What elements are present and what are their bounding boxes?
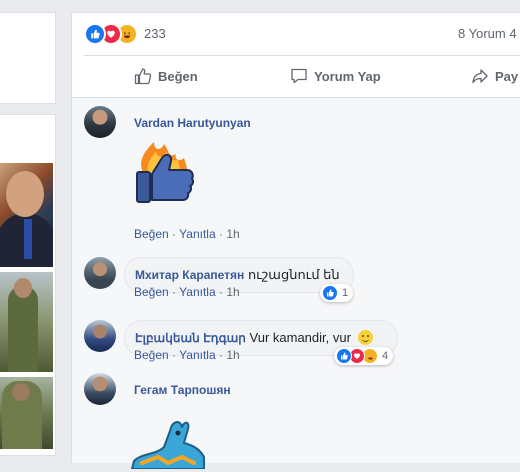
comment-time[interactable]: 1h [226,285,239,299]
like-reaction-icon [322,285,338,301]
comment-author[interactable]: Vardan Harutyunyan [134,116,251,130]
left-column [0,0,57,456]
share-button-label: Pay [495,68,519,84]
like-button-label: Beğen [158,68,198,84]
comment-text: ուշացնում են [247,267,340,282]
avatar[interactable] [84,373,116,405]
comment-reactions[interactable]: 4 [334,347,394,365]
news-thumbnail[interactable] [0,272,53,372]
comment-meta: Beğen · Yanıtla · 1h [134,285,240,299]
comment-item: Էլբակեան Էդգար Vur kamandir, vur 4 Beğen… [84,320,520,370]
comment-reply-link[interactable]: Yanıtla [179,285,215,299]
smile-emoji-icon [357,330,373,345]
comment-reaction-count: 4 [382,350,389,362]
comment-like-link[interactable]: Beğen [134,285,169,299]
like-reaction-icon [84,23,106,45]
comment-meta: Beğen · Yanıtla · 1h [134,227,240,241]
comment-author[interactable]: Гегам Тарпошян [134,383,231,397]
comment-item: Vardan Harutyunyan Beğen · Yanıtla · 1h [84,106,520,241]
comment-button[interactable]: Yorum Yap [290,66,381,86]
comment-author[interactable]: Էլբակեան Էդգար [135,331,246,345]
avatar[interactable] [84,257,116,289]
share-button[interactable]: Pay [471,66,518,86]
reaction-summary[interactable]: 233 8 Yorum 4 [84,23,520,45]
comment-text: Vur kamandir, vur [249,330,351,345]
comment-time[interactable]: 1h [226,348,239,362]
thumbs-up-icon [134,68,152,85]
comment-author[interactable]: Мхитар Карапетян [135,268,244,282]
comment-button-label: Yorum Yap [314,68,381,84]
avatar[interactable] [84,106,116,138]
comment-reply-link[interactable]: Yanıtla [179,227,215,241]
avatar[interactable] [84,320,116,352]
comment-like-link[interactable]: Beğen [134,348,169,362]
comment-time[interactable]: 1h [226,227,239,241]
comment-count[interactable]: 8 Yorum 4 [458,26,517,41]
like-button[interactable]: Beğen [134,66,198,86]
comment-like-link[interactable]: Beğen [134,227,169,241]
like-reaction-icon [336,348,352,364]
comment-item: Гегам Тарпошян [84,373,520,470]
share-icon [472,69,488,84]
reaction-count[interactable]: 233 [144,26,166,41]
post-actions: Beğen Yorum Yap Pay [84,56,520,96]
comment-meta: Beğen · Yanıtla · 1h [134,348,240,362]
comment-item: Мхитар Карапетян ուշացնում են 1 Beğen · … [84,257,520,307]
thumbs-up-sticker-icon [132,140,202,213]
post-card: 233 8 Yorum 4 Beğen Yorum Yap Pay Vardan… [71,12,520,470]
comment-icon [291,68,307,84]
comment-reaction-count: 1 [342,287,349,299]
reaction-icons[interactable] [84,23,144,45]
comments-list: Vardan Harutyunyan Beğen · Yanıtla · 1h [72,98,520,470]
news-thumbnail[interactable] [0,163,53,267]
comment-reactions[interactable]: 1 [320,284,354,302]
bird-sticker-icon [128,409,208,472]
news-thumbnail[interactable] [0,377,53,449]
comment-reply-link[interactable]: Yanıtla [179,348,215,362]
left-card [0,12,56,104]
